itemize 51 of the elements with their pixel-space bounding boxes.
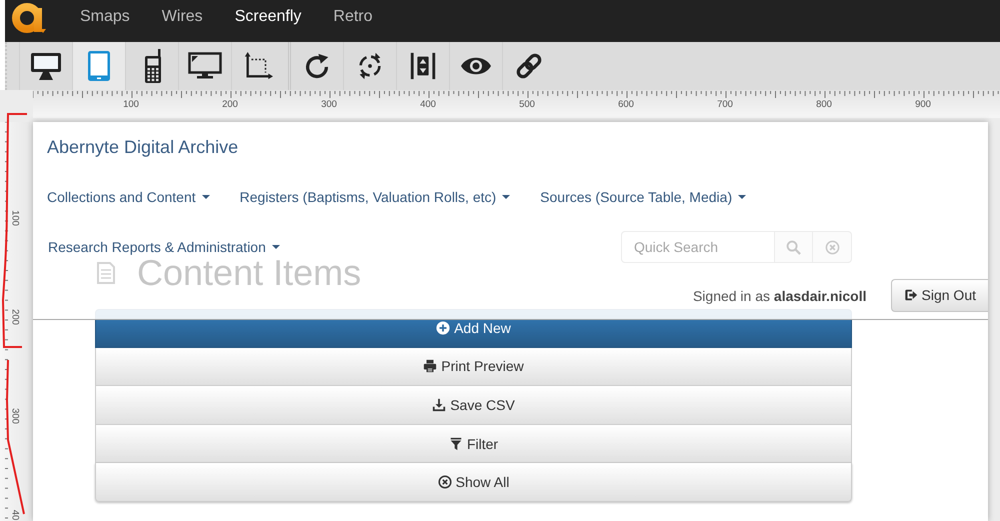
action-button[interactable]: Filter xyxy=(95,424,852,464)
vertical-scroll-icon xyxy=(408,51,438,81)
action-button[interactable]: Save CSV xyxy=(95,386,852,425)
menu-item[interactable]: Sources (Source Table, Media) xyxy=(540,187,746,207)
quick-search-field[interactable]: Quick Search xyxy=(621,231,775,263)
crop-icon xyxy=(243,51,273,81)
search-icon xyxy=(786,240,801,254)
ruler-label: 300 xyxy=(10,408,20,424)
ruler-label: 600 xyxy=(618,99,634,110)
caret-icon xyxy=(272,245,280,249)
ruler-label: 300 xyxy=(321,99,337,110)
ruler-label: 200 xyxy=(222,99,238,110)
action-button[interactable]: Show All xyxy=(95,463,852,502)
caret-icon xyxy=(738,195,746,199)
ruler-label: 800 xyxy=(816,99,832,110)
ruler-label: 100 xyxy=(123,99,139,110)
download-icon xyxy=(432,398,446,412)
widescreen-monitor-icon xyxy=(188,52,222,80)
logo-icon[interactable] xyxy=(12,2,48,34)
close-circle-icon xyxy=(824,240,840,254)
sign-out-icon xyxy=(904,288,918,302)
link-icon xyxy=(514,51,544,81)
document-icon xyxy=(97,262,115,284)
app-tab[interactable]: Smaps xyxy=(64,0,146,34)
ruler-label: 200 xyxy=(10,309,20,325)
app-tab[interactable]: Wires xyxy=(146,0,219,34)
filter-icon xyxy=(448,436,463,451)
caret-icon xyxy=(202,195,210,199)
printer-icon xyxy=(423,359,438,374)
caret-icon xyxy=(502,195,510,199)
tablet-icon xyxy=(87,50,111,82)
signed-in-text: Signed in as alasdair.nicoll xyxy=(692,288,867,304)
site-title-link[interactable]: Abernyte Digital Archive xyxy=(33,122,252,172)
ruler-label: 700 xyxy=(717,99,733,110)
action-button[interactable]: Print Preview xyxy=(95,348,852,386)
sign-out-button[interactable]: Sign Out xyxy=(890,278,988,312)
app-tab[interactable]: Screenfly xyxy=(218,0,318,34)
ruler-label: 400 xyxy=(420,99,436,110)
page-heading: Content Items xyxy=(137,255,362,291)
eye-icon xyxy=(460,55,492,77)
monitor-icon xyxy=(30,52,62,80)
ruler-label: 500 xyxy=(519,99,535,110)
ruler-label: 100 xyxy=(10,210,20,226)
close-circle-icon xyxy=(438,475,452,490)
menu-item[interactable]: Registers (Baptisms, Valuation Rolls, etc) xyxy=(240,187,510,207)
ruler-label: 40 xyxy=(10,510,20,520)
ruler-label: 900 xyxy=(915,99,931,110)
phone-icon xyxy=(142,49,162,83)
menu-item[interactable]: Research Reports & Administration xyxy=(48,237,280,257)
menu-item[interactable]: Collections and Content xyxy=(47,187,210,207)
app-tab[interactable]: Retro xyxy=(317,0,389,34)
